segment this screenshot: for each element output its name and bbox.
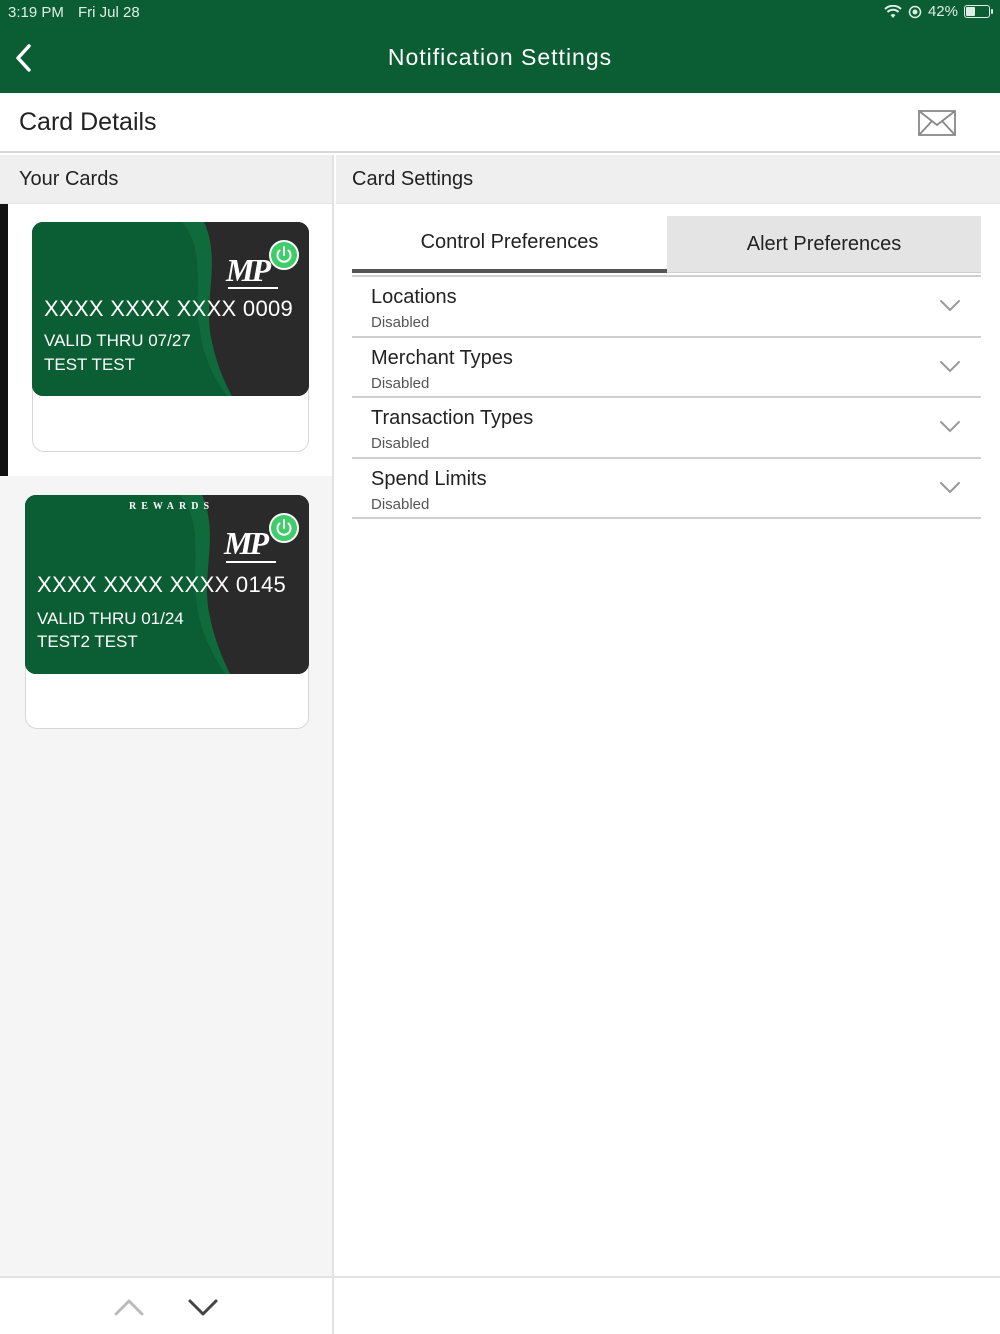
battery-icon [964,5,993,18]
card-logo: MP [226,252,271,288]
your-cards-panel: Your Cards MP XXXX XXXX XXXX 0009 VALID … [0,155,334,1276]
preference-status: Disabled [371,495,430,513]
card-settings-panel: Card Settings Control Preferences Alert … [336,155,1000,1276]
card-face: REWARDS MP XXXX XXXX XXXX 0145 VALID THR… [25,495,309,674]
preference-title: Merchant Types [371,346,513,369]
status-date: Fri Jul 28 [78,4,140,21]
card-valid-thru: VALID THRU 01/24 [37,609,184,628]
preference-row-transaction-types[interactable]: Transaction Types Disabled [352,398,981,459]
card-logo-underline [226,561,276,563]
mail-button[interactable] [918,109,958,139]
card-holder-name: TEST TEST [44,355,136,374]
card-logo: MP [224,525,269,561]
status-indicators: 42% [884,3,993,20]
card-valid-thru: VALID THRU 07/27 [44,331,191,350]
card-scroll-nav [0,1276,334,1334]
card-item[interactable]: REWARDS MP XXXX XXXX XXXX 0145 VALID THR… [25,495,309,729]
chevron-down-icon [188,1299,218,1316]
chevron-down-icon [940,421,960,433]
page-title: Notification Settings [387,44,613,70]
power-icon[interactable] [269,513,299,543]
preference-tabs: Control Preferences Alert Preferences [352,216,981,273]
preference-title: Spend Limits [371,467,487,490]
card-settings-header: Card Settings [336,155,1000,204]
preference-status: Disabled [371,374,430,392]
preference-row-merchant-types[interactable]: Merchant Types Disabled [352,338,981,398]
card-details-header: Card Details [0,93,1000,153]
wifi-icon [884,4,902,18]
chevron-down-icon [940,300,960,312]
card-number: XXXX XXXX XXXX 0145 [37,572,287,597]
envelope-icon [918,110,956,136]
selected-indicator [0,204,8,476]
card-item[interactable]: MP XXXX XXXX XXXX 0009 VALID THRU 07/27 … [32,222,309,452]
power-symbol [276,519,292,536]
status-time: 3:19 PM [8,4,64,21]
preference-status: Disabled [371,435,430,452]
card-face: MP XXXX XXXX XXXX 0009 VALID THRU 07/27 … [32,222,309,396]
rewards-label: REWARDS [129,501,215,512]
chevron-down-icon [940,481,960,493]
card-number: XXXX XXXX XXXX 0009 [44,296,294,321]
scroll-up-button[interactable] [112,1294,146,1320]
scroll-down-button[interactable] [186,1294,220,1320]
bottom-bar-right [334,1276,1000,1334]
preference-row-locations[interactable]: Locations Disabled [352,277,981,338]
your-cards-header: Your Cards [0,155,332,204]
preference-row-spend-limits[interactable]: Spend Limits Disabled [352,459,981,519]
preference-title: Locations [371,286,457,308]
card-logo-underline [228,287,278,289]
card-details-title: Card Details [19,108,157,136]
chevron-up-icon [114,1299,144,1316]
top-bar: 3:19 PM Fri Jul 28 42% Notification Sett… [0,0,1000,93]
card-holder-name: TEST2 TEST [37,632,138,651]
preference-status: Disabled [371,314,430,331]
battery-level [966,7,976,16]
power-icon[interactable] [269,240,299,270]
preference-title: Transaction Types [371,407,534,429]
power-symbol [276,246,292,263]
preference-list: Locations Disabled Merchant Types Disabl… [352,275,981,519]
tab-alert-preferences[interactable]: Alert Preferences [667,216,981,273]
chevron-down-icon [940,360,960,372]
tab-control-preferences[interactable]: Control Preferences [352,216,667,273]
battery-percent: 42% [927,3,958,20]
location-lock-icon [908,5,922,18]
